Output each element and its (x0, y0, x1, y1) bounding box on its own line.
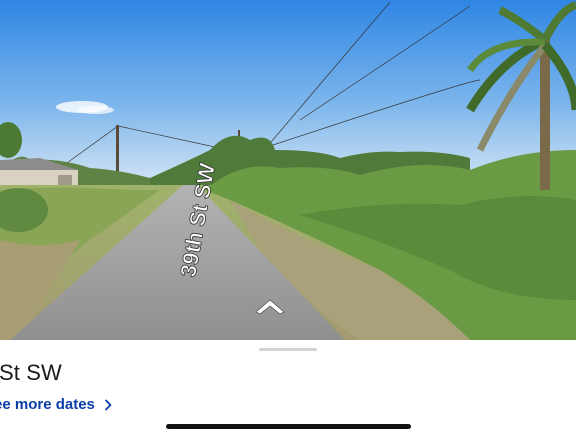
cloud (78, 106, 114, 114)
street-title: St SW (0, 360, 62, 385)
see-more-dates-label: ee more dates (0, 396, 95, 413)
location-sheet: St SW ee more dates (0, 340, 576, 432)
street-view-screen: 39th St SW St SW ee more dates (0, 0, 576, 432)
chevron-right-icon (104, 399, 112, 410)
home-indicator (166, 424, 411, 429)
sheet-grabber[interactable] (259, 348, 317, 351)
see-more-dates-link[interactable]: ee more dates (0, 396, 113, 413)
chevron-up-arrow-icon[interactable] (254, 296, 286, 316)
panorama-image[interactable]: 39th St SW (0, 0, 576, 340)
street-view-panorama[interactable]: 39th St SW (0, 0, 576, 340)
